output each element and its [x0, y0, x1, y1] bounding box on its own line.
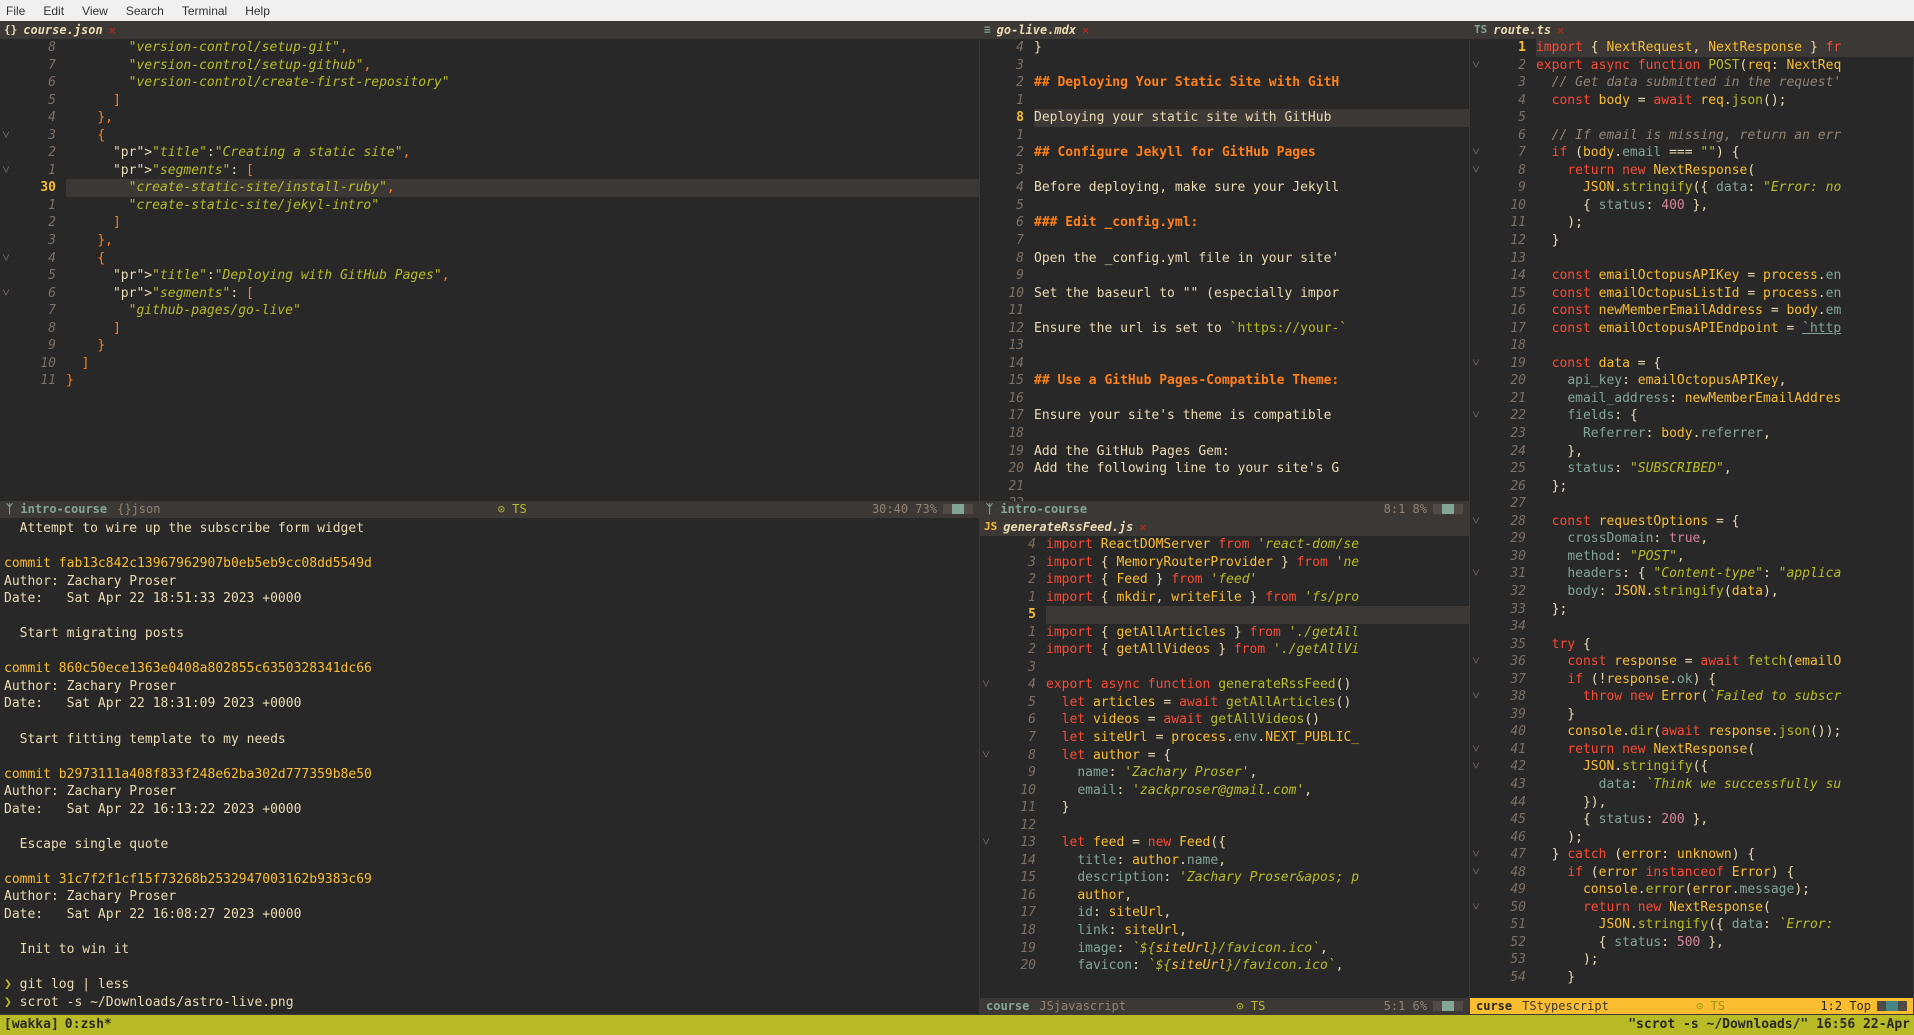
cursor-position: 5:1 6% — [1384, 998, 1427, 1014]
tmux-statusbar: [wakka] 0:zsh* "scrot -s ~/Downloads/" 1… — [0, 1015, 1914, 1035]
pane-route-ts: TS route.ts ✕ ˅ ˅ ˅ ˅ ˅ ˅ ˅ ˅ ˅ ˅ ˅ ˅ ˅ … — [1470, 21, 1914, 1015]
statusline: ᛉ intro-course {}json ⊙ TS 30:40 73% — [0, 501, 979, 517]
typescript-icon: TS — [1474, 23, 1487, 38]
line-gutter: 87654321301234567891011 — [12, 39, 66, 501]
tmux-window: 0:zsh* — [65, 1016, 112, 1034]
git-branch: ᛉ intro-course — [986, 501, 1087, 517]
line-gutter: 432151234567891011121314151617181920 — [992, 536, 1046, 998]
fold-column: ˅ ˅ ˅ ˅ ˅ ˅ ˅ ˅ ˅ ˅ ˅ ˅ ˅ ˅ — [1470, 39, 1482, 998]
terminal-output[interactable]: Attempt to wire up the subscribe form wi… — [0, 518, 979, 1014]
tmux-session: [wakka] — [4, 1016, 59, 1034]
tab-row: {} course.json ✕ — [0, 21, 979, 39]
pane-terminal: Attempt to wire up the subscribe form wi… — [0, 518, 980, 1015]
mdx-icon: ≡ — [984, 23, 991, 38]
fold-column: ˅ ˅ ˅ ˅ — [0, 39, 12, 501]
tab-row: TS route.ts ✕ — [1470, 21, 1913, 39]
editor-body[interactable]: 4321812345678910111213141516171819202122… — [980, 39, 1469, 501]
tab-filename[interactable]: generateRssFeed.js — [1003, 519, 1133, 535]
line-gutter: 1234567891011121314151617181920212223242… — [1482, 39, 1536, 998]
code-content[interactable]: } ## Deploying Your Static Site with Git… — [1034, 39, 1469, 501]
menu-help[interactable]: Help — [245, 3, 270, 18]
menu-file[interactable]: File — [6, 3, 25, 18]
editor-grid: {} course.json ✕ ˅ ˅ ˅ ˅ 876543213012345… — [0, 21, 1914, 1015]
menu-view[interactable]: View — [82, 3, 108, 18]
code-content[interactable]: import { NextRequest, NextResponse } fre… — [1536, 39, 1913, 998]
cursor-position: 30:40 73% — [872, 501, 937, 517]
close-icon[interactable]: ✕ — [109, 22, 116, 38]
menu-search[interactable]: Search — [126, 3, 164, 18]
pane-course-json: {} course.json ✕ ˅ ˅ ˅ ˅ 876543213012345… — [0, 21, 980, 518]
tab-filename[interactable]: course.json — [23, 22, 102, 38]
statusline: ᛉ intro-course 8:1 8% — [980, 501, 1469, 517]
json-icon: {} — [4, 23, 17, 38]
menubar[interactable]: File Edit View Search Terminal Help — [0, 0, 1914, 21]
statusline: course JSjavascript ⊙ TS 5:1 6% — [980, 998, 1469, 1014]
editor-body[interactable]: ˅ ˅ ˅ ˅ ˅ ˅ ˅ ˅ ˅ ˅ ˅ ˅ ˅ ˅ 123456789101… — [1470, 39, 1913, 998]
git-branch: course — [986, 998, 1029, 1014]
scroll-indicator — [943, 504, 973, 514]
code-content[interactable]: "version-control/setup-git", "version-co… — [66, 39, 979, 501]
tab-row: JS generateRssFeed.js ✕ — [980, 518, 1469, 536]
filetype: {}json — [117, 501, 160, 517]
git-branch: ᛉ intro-course — [6, 501, 107, 517]
filetype: JSjavascript — [1039, 998, 1126, 1014]
javascript-icon: JS — [984, 520, 997, 535]
tmux-right: "scrot -s ~/Downloads/" 16:56 22-Apr — [1628, 1016, 1910, 1034]
editor-body[interactable]: ˅ ˅ ˅ ˅ 87654321301234567891011 "version… — [0, 39, 979, 501]
menu-terminal[interactable]: Terminal — [182, 3, 227, 18]
tab-filename[interactable]: route.ts — [1493, 22, 1551, 38]
pane-golive-mdx: ≡ go-live.mdx ✕ 432181234567891011121314… — [980, 21, 1470, 518]
pane-rssfeed-js: JS generateRssFeed.js ✕ ˅ ˅ ˅ 4321512345… — [980, 518, 1470, 1015]
close-icon[interactable]: ✕ — [1557, 22, 1564, 38]
menu-edit[interactable]: Edit — [43, 3, 64, 18]
git-branch: curse — [1476, 998, 1512, 1014]
treesitter-indicator: ⊙ TS — [1696, 998, 1725, 1014]
scroll-indicator — [1433, 504, 1463, 514]
code-content[interactable]: import ReactDOMServer from 'react-dom/se… — [1046, 536, 1469, 998]
close-icon[interactable]: ✕ — [1082, 22, 1089, 38]
filetype: TStypescript — [1522, 998, 1609, 1014]
fold-column: ˅ ˅ ˅ — [980, 536, 992, 998]
tab-row: ≡ go-live.mdx ✕ — [980, 21, 1469, 39]
tab-filename[interactable]: go-live.mdx — [997, 22, 1076, 38]
cursor-position: 1:2 Top — [1820, 998, 1871, 1014]
statusline-active: curse TStypescript ⊙ TS 1:2 Top — [1470, 998, 1913, 1014]
scroll-indicator — [1433, 1001, 1463, 1011]
treesitter-indicator: ⊙ TS — [498, 501, 527, 517]
scroll-indicator — [1877, 1001, 1907, 1011]
cursor-position: 8:1 8% — [1384, 501, 1427, 517]
line-gutter: 4321812345678910111213141516171819202122 — [980, 39, 1034, 501]
editor-body[interactable]: ˅ ˅ ˅ 4321512345678910111213141516171819… — [980, 536, 1469, 998]
close-icon[interactable]: ✕ — [1139, 519, 1146, 535]
treesitter-indicator: ⊙ TS — [1236, 998, 1265, 1014]
